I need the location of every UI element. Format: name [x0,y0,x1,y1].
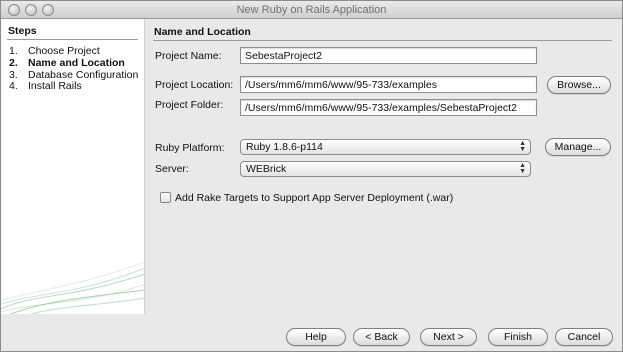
rake-targets-checkbox[interactable] [160,192,171,203]
project-location-input[interactable]: /Users/mm6/mm6/www/95-733/examples [240,76,537,93]
step-label: Choose Project [28,45,100,57]
steps-title: Steps [8,25,37,37]
window-title: New Ruby on Rails Application [236,4,387,16]
step-item-name-and-location: 2. Name and Location [9,57,125,69]
section-title: Name and Location [154,26,251,38]
title-bar[interactable]: New Ruby on Rails Application [1,1,622,19]
steps-divider [7,39,138,40]
project-name-input[interactable]: SebestaProject2 [240,47,537,64]
updown-arrows-icon: ▲ ▼ [519,140,526,153]
finish-button[interactable]: Finish [488,328,548,346]
cancel-button[interactable]: Cancel [555,328,613,346]
manage-button[interactable]: Manage... [545,138,611,156]
rake-targets-label[interactable]: Add Rake Targets to Support App Server D… [175,192,453,204]
ruby-platform-value: Ruby 1.8.6-p114 [246,141,323,153]
project-folder-input[interactable]: /Users/mm6/mm6/www/95-733/examples/Sebes… [240,99,537,116]
step-number: 1. [9,45,18,57]
ruby-platform-select[interactable]: Ruby 1.8.6-p114 ▲ ▼ [240,139,531,155]
steps-panel: Steps 1. Choose Project 2. Name and Locati… [1,19,145,314]
step-label: Install Rails [28,80,82,92]
section-divider [153,40,612,41]
step-number: 4. [9,80,18,92]
help-button[interactable]: Help [286,328,346,346]
step-label: Name and Location [28,57,125,69]
step-item-choose-project: 1. Choose Project [9,45,100,57]
back-button[interactable]: < Back [353,328,410,346]
dialog-window: New Ruby on Rails Application Steps 1. Ch… [0,0,623,352]
step-item-install-rails: 4. Install Rails [9,80,82,92]
project-name-label: Project Name: [155,50,222,62]
ruby-platform-label: Ruby Platform: [155,142,225,154]
step-number: 2. [9,57,18,69]
project-location-label: Project Location: [155,79,234,91]
next-button[interactable]: Next > [420,328,477,346]
server-select[interactable]: WEBrick ▲ ▼ [240,161,531,177]
updown-arrows-icon: ▲ ▼ [519,162,526,175]
browse-button[interactable]: Browse... [547,76,611,94]
server-label: Server: [155,163,189,175]
server-value: WEBrick [246,163,287,175]
decorative-swirl-graphic [1,261,144,314]
project-folder-label: Project Folder: [155,99,224,111]
